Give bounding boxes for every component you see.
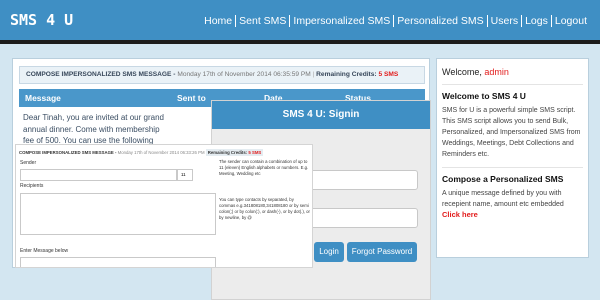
welcome-line: Welcome, admin	[442, 67, 583, 77]
recipients-textarea[interactable]	[20, 193, 216, 235]
compose-date: Monday 17th of November 2014 06:35:59 PM	[177, 71, 311, 78]
sender-help-text: The sender can contain a combination of …	[219, 159, 309, 176]
message-label: Enter Message below	[20, 248, 69, 254]
credits-value: 5 SMS	[378, 71, 399, 78]
recipients-help-text: You can type contacts by separated, by c…	[219, 197, 310, 220]
nav-home[interactable]: Home	[201, 15, 235, 27]
compose-title: COMPOSE IMPERSONALIZED SMS MESSAGE -	[26, 71, 176, 78]
compose-form-title: COMPOSE IMPERSONALIZED SMS MESSAGE -	[19, 150, 117, 155]
main-nav: Home Sent SMS Impersonalized SMS Persona…	[201, 15, 590, 27]
login-button[interactable]: Login	[314, 242, 344, 262]
current-user: admin	[484, 67, 509, 77]
col-message: Message	[25, 93, 61, 103]
compose-form-date: Monday 17th of November 2014 06:33:26 PM	[117, 150, 205, 155]
compose-header: COMPOSE IMPERSONALIZED SMS MESSAGE - Mon…	[19, 66, 425, 84]
forgot-password-button[interactable]: Forgot Password	[347, 242, 417, 262]
sender-label: Sender	[20, 160, 37, 166]
recipients-label: Recipients	[20, 183, 44, 189]
nav-personalized-sms[interactable]: Personalized SMS	[393, 15, 486, 27]
nav-impersonalized-sms[interactable]: Impersonalized SMS	[289, 15, 393, 27]
sidebar-compose-desc: A unique message defined by you with rec…	[442, 190, 564, 208]
brand-logo[interactable]: SMS 4 U	[10, 11, 73, 29]
welcome-label: Welcome,	[442, 67, 482, 77]
nav-logs[interactable]: Logs	[521, 15, 551, 27]
sidebar-heading-compose: Compose a Personalized SMS	[442, 167, 583, 184]
message-textarea[interactable]	[20, 257, 216, 267]
nav-users[interactable]: Users	[486, 15, 521, 27]
col-sent-to: Sent to	[177, 93, 206, 103]
compose-form-credits-value: 5 SMS	[248, 150, 262, 155]
nav-logout[interactable]: Logout	[550, 15, 590, 27]
credits-label: Remaining Credits:	[316, 71, 377, 78]
compose-form-header: COMPOSE IMPERSONALIZED SMS MESSAGE - Mon…	[19, 148, 311, 158]
compose-form-credits-label: Remaining Credits:	[207, 150, 248, 155]
sender-input[interactable]	[20, 169, 177, 181]
signin-title: SMS 4 U: Signin	[212, 101, 430, 129]
sidebar-intro: SMS for U is a powerful simple SMS scrip…	[442, 107, 581, 158]
compose-form-overlay: COMPOSE IMPERSONALIZED SMS MESSAGE - Mon…	[15, 144, 313, 268]
click-here-link[interactable]: Click here	[442, 210, 583, 219]
sidebar-heading-welcome: Welcome to SMS 4 U	[442, 84, 583, 101]
top-navbar: SMS 4 U Home Sent SMS Impersonalized SMS…	[0, 0, 600, 44]
nav-sent-sms[interactable]: Sent SMS	[235, 15, 289, 27]
sidebar: Welcome, admin Welcome to SMS 4 U SMS fo…	[436, 58, 589, 258]
sender-char-count: 11	[177, 169, 193, 181]
compose-form-credits: Remaining Credits: 5 SMS	[205, 149, 264, 156]
